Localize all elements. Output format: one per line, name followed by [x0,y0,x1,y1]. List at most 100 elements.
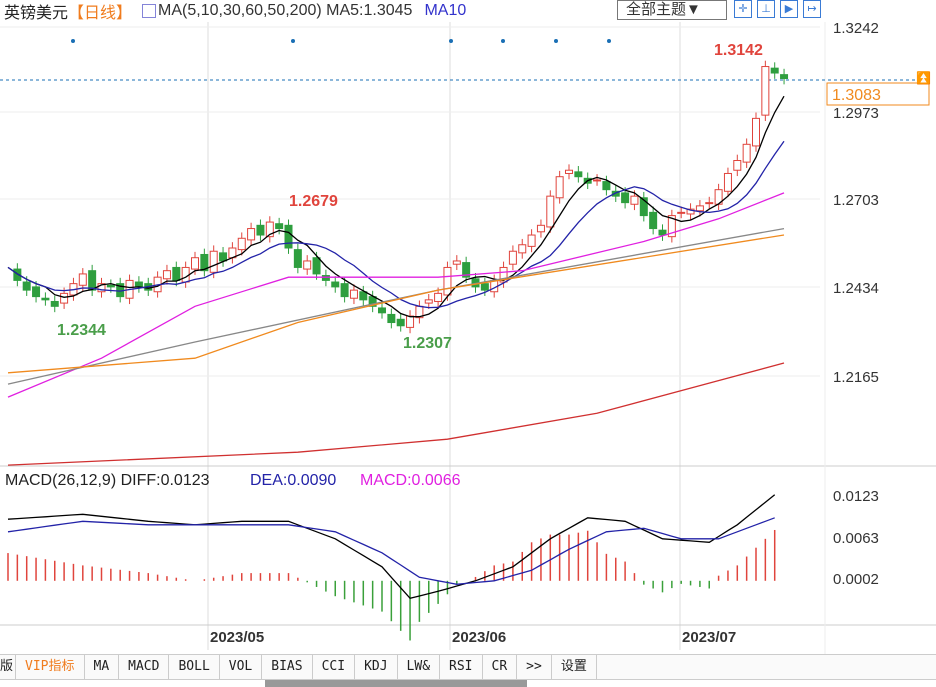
tab-4[interactable]: BOLL [169,655,220,679]
candle [284,224,293,249]
candle [574,171,583,178]
candle [424,299,433,304]
tab-6[interactable]: BIAS [262,655,313,679]
candle [172,266,181,281]
candle [695,205,704,212]
tab-5[interactable]: VOL [220,655,263,679]
candle [527,234,536,247]
candle [546,195,555,228]
tab-7[interactable]: CCI [313,655,356,679]
candle [312,257,321,275]
candle [630,195,639,205]
candle [209,250,218,273]
price-chart[interactable]: 1.3242 1.2973 1.2703 1.2434 1.2165 1.3083 ⏫ 1.3… [0,0,936,654]
candle [621,192,630,204]
high-annotation: 1.3142 [714,42,763,59]
candle [78,273,87,286]
horizontal-scrollbar[interactable] [265,680,527,687]
candle [565,169,573,174]
candle [134,281,143,288]
ma50-line [7,234,785,374]
candle [41,297,50,301]
candle [88,270,97,291]
candle [602,181,611,191]
candle [219,252,228,262]
event-marker [554,39,558,43]
tab-13[interactable]: 设置 [552,655,597,679]
candle [658,229,667,236]
tab-0[interactable]: 版 [0,655,17,679]
candle [742,143,751,163]
candle [349,289,358,299]
candle [321,275,330,281]
candle [649,211,658,230]
tab-1[interactable]: VIP指标 [16,655,85,679]
tab-10[interactable]: RSI [440,655,483,679]
candle [780,74,789,80]
ma30-line [7,192,785,398]
candle [50,300,59,307]
ma10-line [7,140,785,309]
candle [106,284,115,288]
price-tick-label: 1.3242 [833,20,879,37]
candle [60,292,69,304]
price-tick-label: 1.2703 [833,192,879,209]
candle [378,307,386,314]
candle [733,160,742,171]
candle [452,260,461,265]
current-price-label: 1.3083 [832,87,881,104]
candle [396,318,405,327]
tab-11[interactable]: CR [483,655,518,679]
candle [331,281,340,288]
tab-9[interactable]: LW& [398,655,441,679]
candle [303,260,312,270]
date-label: 2023/06 [452,629,506,646]
candle [406,315,415,328]
tab-12[interactable]: >> [517,655,552,679]
candle [293,249,302,268]
candle [518,244,527,254]
price-tick-label: 1.2165 [833,369,879,386]
event-marker [291,39,295,43]
date-label: 2023/05 [210,629,264,646]
candle [593,179,602,182]
tab-2[interactable]: MA [85,655,120,679]
indicator-tabs: 版 VIP指标 MA MACD BOLL VOL BIAS CCI KDJ LW& RSI CR >> 设… [0,654,936,680]
event-marker [607,39,611,43]
ma60-line [7,227,785,385]
price-tick-label: 1.2973 [833,105,879,122]
candle [508,250,517,265]
candle [247,228,256,241]
macd-tick-label: 0.0063 [833,530,879,547]
macd-value: MACD:0.0066 [360,472,461,489]
ma200-line [7,362,785,466]
candle [22,281,31,291]
candle [480,283,489,291]
scroll-top-icon: ⏫ [916,71,931,85]
candle [32,286,41,298]
dea-line [7,517,775,585]
macd-params: MACD(26,12,9) DIFF:0.0123 [5,472,210,489]
candle [752,117,760,147]
candle [723,172,732,192]
candle [340,283,349,298]
candle [443,266,452,296]
tab-8[interactable]: KDJ [355,655,398,679]
candle [275,223,284,230]
date-label: 2023/07 [682,629,736,646]
macd-tick-label: 0.0002 [833,571,879,588]
ma5-line [7,95,785,318]
candle [555,176,564,199]
price-tick-label: 1.2434 [833,280,879,297]
tab-3[interactable]: MACD [119,655,170,679]
mid-high-annotation: 1.2679 [289,193,338,210]
candle [677,211,686,214]
macd-tick-label: 0.0123 [833,488,879,505]
candle [387,313,396,324]
low-annotation: 1.2307 [403,335,452,352]
candle [162,270,171,280]
candle [761,66,770,116]
candle [705,202,714,205]
dea-value: DEA:0.0090 [250,472,336,489]
candle [434,292,443,302]
